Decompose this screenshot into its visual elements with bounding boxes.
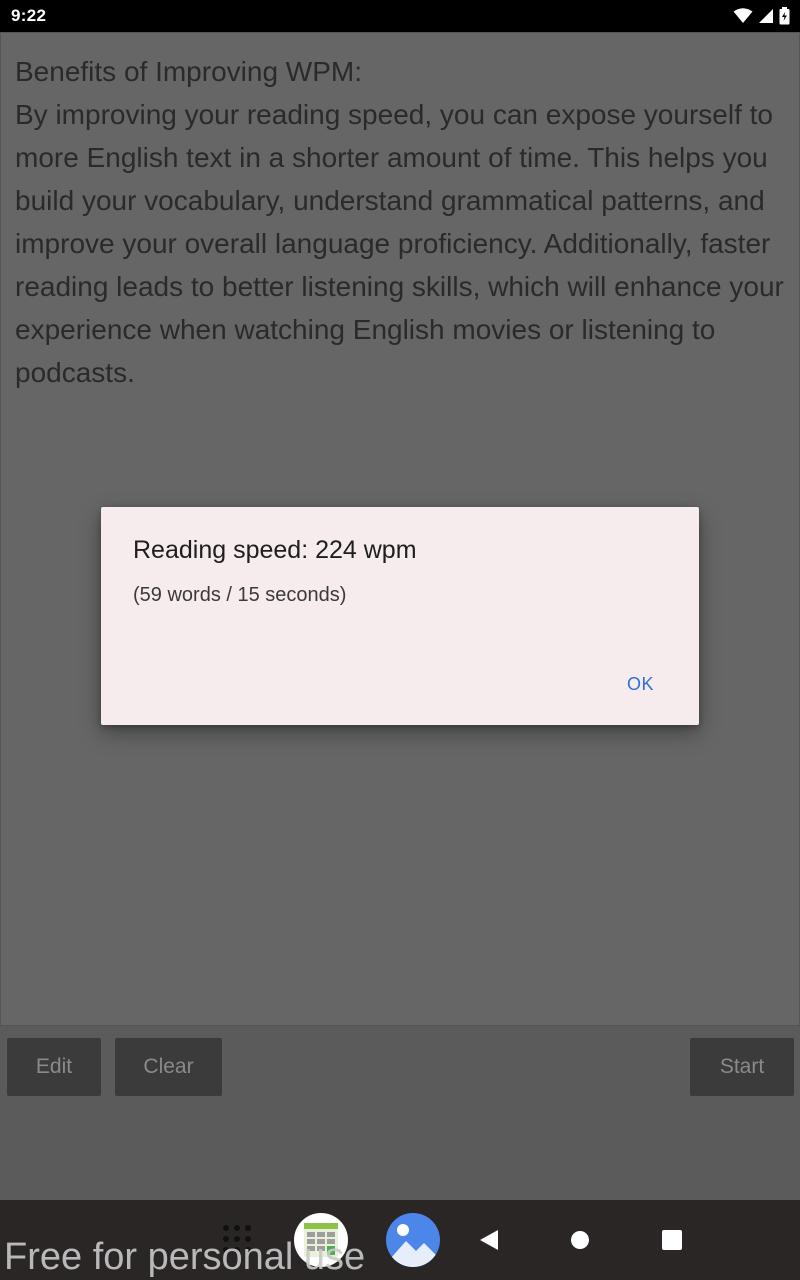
back-icon[interactable] [476, 1228, 502, 1252]
ok-button[interactable]: OK [627, 674, 654, 695]
dialog-message: (59 words / 15 seconds) [133, 584, 347, 606]
recents-icon[interactable] [661, 1229, 683, 1251]
dialog-title: Reading speed: 224 wpm [133, 536, 417, 564]
gallery-app-icon[interactable] [386, 1213, 440, 1267]
edit-button[interactable]: Edit [7, 1038, 101, 1096]
passage-title: Benefits of Improving WPM: [15, 56, 363, 87]
watermark-text: Free for personal use [4, 1236, 366, 1278]
result-dialog: Reading speed: 224 wpm (59 words / 15 se… [101, 507, 699, 725]
control-bar: Edit Clear Start [0, 1038, 800, 1096]
passage-body: By improving your reading speed, you can… [15, 99, 784, 388]
signal-icon [759, 9, 773, 23]
battery-icon [779, 7, 790, 25]
clear-button[interactable]: Clear [115, 1038, 222, 1096]
status-bar: 9:22 [0, 0, 800, 32]
home-icon[interactable] [570, 1230, 590, 1250]
wifi-icon [733, 8, 753, 23]
start-button[interactable]: Start [690, 1038, 794, 1096]
status-time: 9:22 [11, 6, 47, 25]
status-icons [733, 7, 790, 25]
